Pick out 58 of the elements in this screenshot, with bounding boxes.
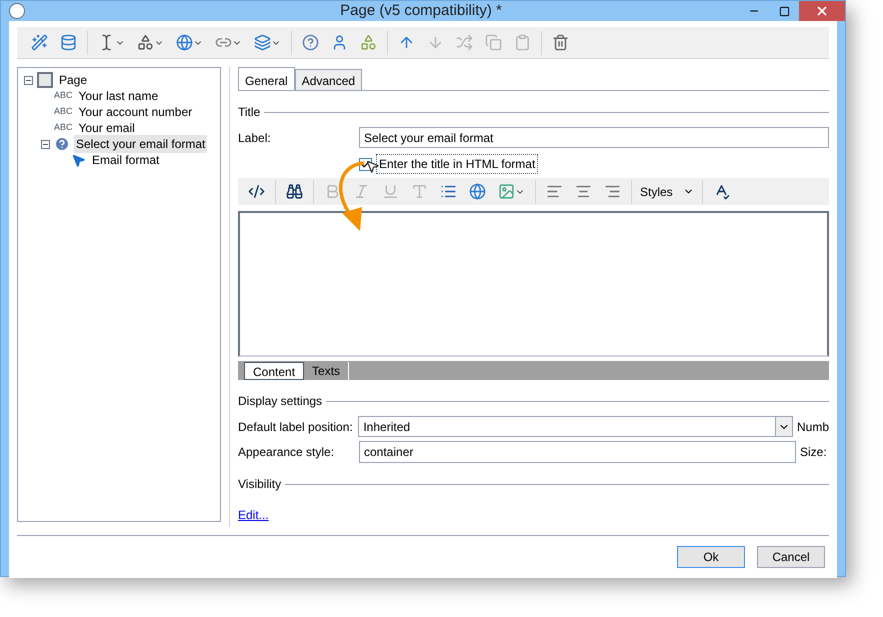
- align-center-icon[interactable]: [575, 183, 592, 200]
- database-icon[interactable]: [60, 34, 77, 51]
- tree-item[interactable]: Select your email format: [74, 135, 208, 153]
- appearance-field[interactable]: container: [359, 441, 796, 463]
- page-icon: [37, 72, 53, 88]
- editor-area[interactable]: [238, 211, 829, 357]
- label-field[interactable]: Select your email format: [359, 127, 829, 148]
- tab[interactable]: Texts: [304, 362, 350, 380]
- text-field-icon: ABC: [54, 89, 73, 103]
- arrow-up-icon[interactable]: [398, 34, 415, 51]
- tree-item[interactable]: Email format: [90, 151, 162, 169]
- tree-item[interactable]: Your last name: [76, 87, 160, 105]
- tab[interactable]: Content: [244, 362, 304, 380]
- shapes-icon[interactable]: [137, 34, 154, 51]
- align-left-icon[interactable]: [546, 183, 563, 200]
- maximize-icon[interactable]: [778, 6, 790, 16]
- dialog-button[interactable]: Cancel: [757, 546, 825, 568]
- help-icon: [54, 136, 70, 152]
- section-heading: Title: [238, 104, 260, 121]
- tree-item[interactable]: Your email: [76, 119, 137, 137]
- field-label: Appearance style:: [238, 444, 336, 461]
- tab[interactable]: Advanced: [294, 69, 362, 90]
- close-button[interactable]: [799, 1, 845, 21]
- checkbox-label: Enter the title in HTML format: [376, 154, 538, 174]
- cursor-icon: [365, 159, 380, 174]
- section-heading: Visibility: [238, 476, 282, 493]
- binoculars-icon[interactable]: [286, 183, 303, 200]
- help-icon[interactable]: [302, 34, 319, 51]
- field-label: Default label position:: [238, 418, 354, 436]
- code-icon[interactable]: [248, 183, 265, 200]
- collapse-toggle[interactable]: [24, 76, 33, 84]
- list-icon[interactable]: [440, 183, 457, 200]
- align-right-icon[interactable]: [604, 183, 621, 200]
- collapse-toggle[interactable]: [41, 140, 50, 148]
- globe-icon[interactable]: [469, 183, 486, 200]
- app-icon: [9, 3, 25, 19]
- dialog-button[interactable]: Ok: [677, 546, 745, 568]
- edit-link[interactable]: Edit...: [238, 508, 269, 522]
- wand-icon[interactable]: [31, 34, 48, 51]
- clipboard-icon[interactable]: [514, 34, 531, 51]
- text-field-icon: ABC: [54, 121, 73, 135]
- pointer-icon: [71, 152, 86, 168]
- field-label: Numb: [796, 418, 829, 436]
- window-title: Page (v5 compatibility) *: [339, 0, 503, 21]
- globe-icon[interactable]: [176, 34, 193, 51]
- close-icon: [815, 4, 829, 18]
- user-icon[interactable]: [331, 34, 348, 51]
- label-position-dropdown[interactable]: Inherited: [358, 416, 793, 437]
- text-field-icon: ABC: [54, 105, 73, 119]
- tab[interactable]: General: [238, 67, 295, 90]
- styles-dropdown[interactable]: Styles: [636, 182, 698, 200]
- tree-item[interactable]: Page: [57, 71, 90, 89]
- section-heading: Display settings: [238, 393, 322, 410]
- field-label: Size:: [800, 444, 827, 461]
- layers-icon[interactable]: [254, 34, 271, 51]
- field-label: Label:: [238, 130, 272, 146]
- tree-item[interactable]: Your account number: [76, 103, 194, 121]
- trash-icon[interactable]: [552, 34, 569, 51]
